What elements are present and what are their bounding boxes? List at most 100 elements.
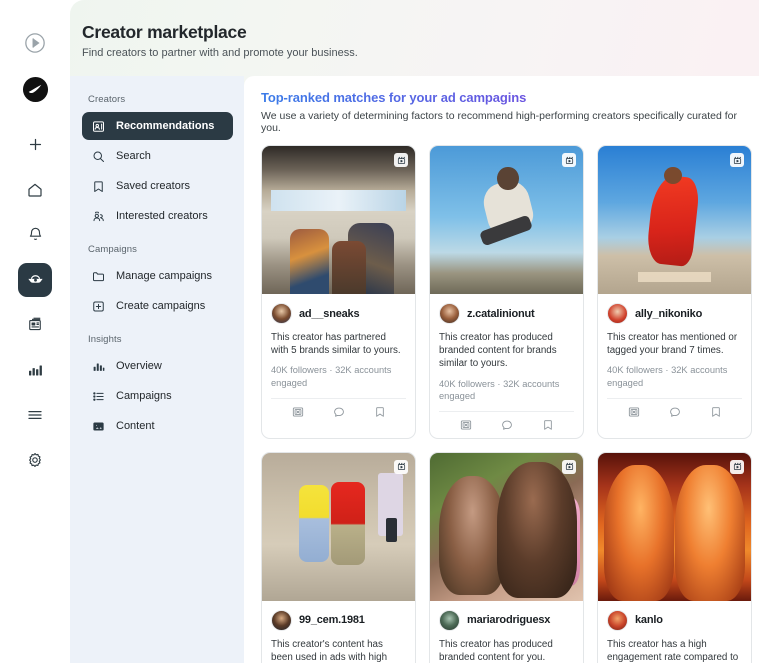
creator-card[interactable]: 99_cem.1981 This creator's content has be…: [261, 451, 416, 663]
recommendations-panel: Top-ranked matches for your ad campagins…: [244, 76, 759, 663]
creator-photo: [430, 452, 583, 601]
creator-media-thumbnail[interactable]: [262, 146, 415, 294]
creator-reason-text: This creator has produced branded conten…: [439, 638, 553, 663]
hide-creator-icon[interactable]: [627, 405, 641, 419]
brand-logo-ring-icon[interactable]: [18, 26, 52, 59]
avatar: [607, 303, 628, 324]
creator-identity-row[interactable]: mariarodriguesx: [439, 609, 574, 631]
creator-reason-text: This creator has produced branded conten…: [439, 332, 557, 370]
sidebar-item-campaigns[interactable]: Campaigns: [82, 382, 233, 410]
creator-card-body: ally_nikoniko This creator has mentioned …: [598, 294, 751, 425]
creator-card[interactable]: kanlo This creator has a high engagement …: [597, 451, 752, 663]
sidebar-item-label: Search: [116, 150, 151, 162]
bookmark-icon: [91, 179, 106, 194]
avatar: [271, 303, 292, 324]
creator-media-thumbnail[interactable]: [598, 452, 751, 601]
sidebar-item-recommendations[interactable]: Recommendations: [82, 112, 233, 140]
page-title: Creator marketplace: [82, 22, 247, 42]
search-icon: [91, 149, 106, 164]
list-icon: [91, 389, 106, 404]
creator-card[interactable]: mariarodriguesx This creator has produced…: [429, 451, 584, 663]
sidebar-item-label: Overview: [116, 360, 162, 372]
sidebar-item-saved-creators[interactable]: Saved creators: [82, 172, 233, 200]
creator-card-body: 99_cem.1981 This creator's content has be…: [262, 601, 415, 663]
creator-reason-text: This creator has partnered with 5 brands…: [271, 332, 401, 357]
nav-group-label-creators: Creators: [88, 94, 126, 105]
nav-group-label-campaigns: Campaigns: [88, 244, 137, 255]
save-icon[interactable]: [373, 405, 387, 419]
creator-username[interactable]: mariarodriguesx: [467, 614, 550, 626]
plus-square-icon: [91, 299, 106, 314]
sidebar-item-content[interactable]: Content: [82, 412, 233, 440]
hide-creator-icon[interactable]: [291, 405, 305, 419]
account-avatar-icon[interactable]: [18, 73, 52, 106]
creator-media-thumbnail[interactable]: [598, 146, 751, 294]
notifications-bell-icon[interactable]: [18, 218, 52, 251]
panel-title: Top-ranked matches for your ad campagins: [261, 90, 743, 105]
reels-icon: [730, 459, 744, 474]
sidebar-item-interested-creators[interactable]: Interested creators: [82, 202, 233, 230]
create-plus-icon[interactable]: [18, 128, 52, 161]
creator-card-actions: [439, 410, 574, 438]
message-icon[interactable]: [668, 405, 682, 419]
creator-card[interactable]: ally_nikoniko This creator has mentioned …: [597, 145, 752, 439]
sidebar-item-overview[interactable]: Overview: [82, 352, 233, 380]
avatar: [439, 609, 460, 631]
sidebar-item-search[interactable]: Search: [82, 142, 233, 170]
reels-icon: [562, 153, 576, 167]
creator-media-thumbnail[interactable]: [430, 452, 583, 601]
creator-media-thumbnail[interactable]: [430, 146, 583, 294]
reels-icon: [562, 459, 576, 474]
creator-marketplace-icon[interactable]: [18, 263, 52, 297]
creator-card-body: kanlo This creator has a high engagement …: [598, 601, 751, 663]
avatar: [271, 609, 292, 631]
creator-username[interactable]: kanlo: [635, 614, 663, 626]
hide-creator-icon[interactable]: [459, 418, 473, 432]
sidebar-item-label: Campaigns: [116, 390, 172, 402]
main-surface: Creator marketplace Find creators to par…: [70, 0, 759, 663]
creator-photo: [430, 146, 583, 294]
save-icon[interactable]: [541, 418, 555, 432]
sidebar-item-label: Content: [116, 420, 155, 432]
sidebar-item-label: Recommendations: [116, 120, 215, 132]
folder-icon: [91, 269, 106, 284]
creator-photo: [598, 146, 751, 294]
creator-card[interactable]: z.catalinionut This creator has produced …: [429, 145, 584, 439]
creator-card-actions: [607, 397, 742, 425]
save-icon[interactable]: [709, 405, 723, 419]
creator-identity-row[interactable]: 99_cem.1981: [271, 609, 406, 631]
sidebar-item-label: Manage campaigns: [116, 270, 213, 282]
creator-identity-row[interactable]: kanlo: [607, 609, 742, 631]
creator-username[interactable]: ad__sneaks: [299, 308, 360, 320]
creator-username[interactable]: 99_cem.1981: [299, 614, 365, 626]
creator-identity-row[interactable]: ad__sneaks: [271, 303, 406, 324]
message-icon[interactable]: [500, 418, 514, 432]
settings-gear-icon[interactable]: [18, 444, 52, 477]
creator-identity-row[interactable]: z.catalinionut: [439, 303, 574, 324]
creator-media-thumbnail[interactable]: [262, 452, 415, 601]
creator-card-body: mariarodriguesx This creator has produced…: [430, 601, 583, 663]
sidebar-item-create-campaigns[interactable]: Create campaigns: [82, 292, 233, 320]
contact-card-icon: [91, 119, 106, 134]
creator-card[interactable]: ad__sneaks This creator has partnered wit…: [261, 145, 416, 439]
sidebar-item-manage-campaigns[interactable]: Manage campaigns: [82, 262, 233, 290]
insights-bar-chart-icon[interactable]: [18, 354, 52, 387]
bar-chart-icon: [91, 359, 106, 374]
creator-photo: [262, 452, 415, 601]
content-stack-icon[interactable]: [18, 309, 52, 342]
sidebar-item-label: Interested creators: [116, 210, 208, 222]
home-icon[interactable]: [18, 173, 52, 206]
message-icon[interactable]: [332, 405, 346, 419]
creator-username[interactable]: z.catalinionut: [467, 308, 535, 320]
creator-username[interactable]: ally_nikoniko: [635, 308, 702, 320]
reels-icon: [730, 153, 744, 167]
creator-card-body: ad__sneaks This creator has partnered wit…: [262, 294, 415, 425]
creator-identity-row[interactable]: ally_nikoniko: [607, 303, 742, 324]
creator-card-actions: [271, 397, 406, 425]
creator-reason-text: This creator has a high engagement rate …: [607, 638, 739, 663]
page-subtitle: Find creators to partner with and promot…: [82, 47, 358, 59]
panel-subtitle: We use a variety of determining factors …: [261, 110, 738, 134]
page-header: Creator marketplace Find creators to par…: [70, 0, 759, 59]
all-tools-menu-icon[interactable]: [18, 399, 52, 432]
creator-photo: [262, 146, 415, 294]
